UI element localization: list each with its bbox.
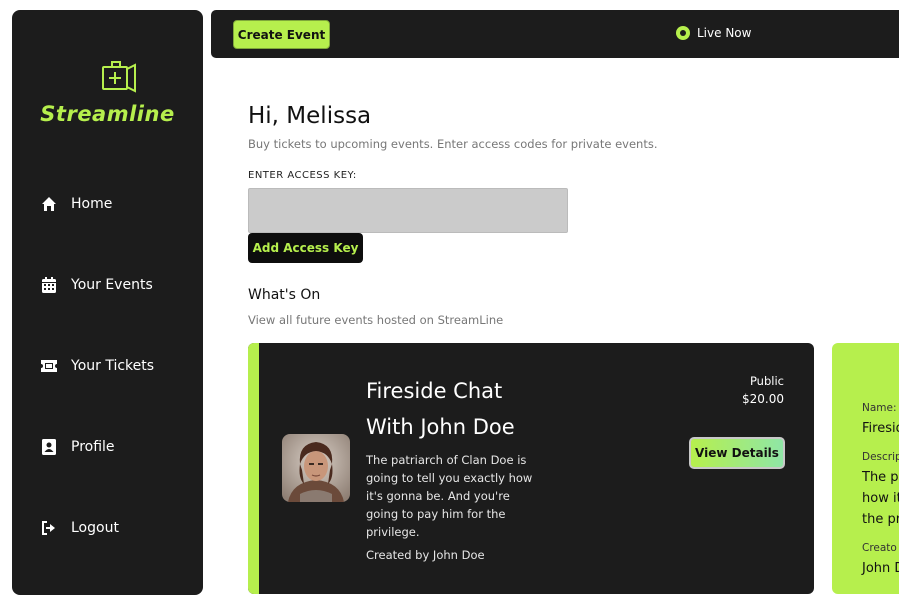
event-host-avatar: [282, 434, 350, 502]
section-title: What's On: [248, 287, 321, 303]
logo-icon: [102, 61, 136, 93]
page-subtitle: Buy tickets to upcoming events. Enter ac…: [248, 137, 658, 151]
card-accent-stripe: [248, 343, 259, 594]
sidebar-item-logout[interactable]: Logout: [40, 514, 119, 542]
view-details-button[interactable]: View Details: [689, 437, 785, 469]
profile-icon: [40, 438, 58, 456]
event-detail-panel: Name: Firesid Descrip The pa how it the …: [832, 343, 899, 594]
detail-name-label: Name:: [862, 402, 897, 414]
event-creator: Created by John Doe: [366, 548, 485, 562]
detail-creator-label: Creato: [862, 542, 897, 554]
brand-name: Streamline: [40, 102, 175, 126]
home-icon: [40, 195, 58, 213]
sidebar-item-your-events[interactable]: Your Events: [40, 271, 153, 299]
sidebar-item-label: Logout: [71, 520, 119, 536]
top-bar: Create Event Live Now: [211, 10, 899, 58]
event-description: The patriarch of Clan Doe is going to te…: [366, 453, 533, 539]
sidebar-item-label: Home: [71, 196, 113, 212]
page-title: Hi, Melissa: [248, 103, 372, 129]
sidebar: Streamline Home Your Events Your Tickets…: [12, 10, 203, 595]
sidebar-item-label: Your Tickets: [71, 358, 155, 374]
sidebar-item-your-tickets[interactable]: Your Tickets: [40, 352, 154, 380]
calendar-icon: [40, 276, 58, 294]
event-title: Fireside Chat With John Doe: [366, 379, 515, 439]
detail-creator-value: John D: [862, 561, 899, 576]
event-visibility: Public: [749, 374, 784, 388]
create-event-button[interactable]: Create Event: [233, 20, 330, 49]
logout-icon: [40, 519, 58, 537]
detail-description-line: how it: [862, 491, 899, 506]
access-key-input[interactable]: [248, 188, 568, 233]
sidebar-item-profile[interactable]: Profile: [40, 433, 115, 461]
detail-description-line: the pri: [862, 512, 899, 527]
detail-name-value: Firesid: [862, 421, 899, 436]
ticket-icon: [40, 357, 58, 375]
detail-description-line: The pa: [862, 470, 899, 485]
live-now-indicator[interactable]: Live Now: [676, 26, 751, 40]
live-dot-icon: [676, 26, 690, 40]
event-price: $20.00: [742, 392, 784, 406]
section-subtitle: View all future events hosted on StreamL…: [248, 313, 504, 327]
event-card: Fireside Chat With John Doe The patriarc…: [248, 343, 814, 594]
add-access-key-button[interactable]: Add Access Key: [248, 233, 363, 263]
sidebar-item-label: Your Events: [71, 277, 153, 293]
detail-description-label: Descrip: [862, 451, 899, 463]
sidebar-item-home[interactable]: Home: [40, 190, 112, 218]
sidebar-item-label: Profile: [71, 439, 115, 455]
live-now-label: Live Now: [697, 26, 752, 40]
access-key-label: ENTER ACCESS KEY:: [248, 170, 357, 181]
